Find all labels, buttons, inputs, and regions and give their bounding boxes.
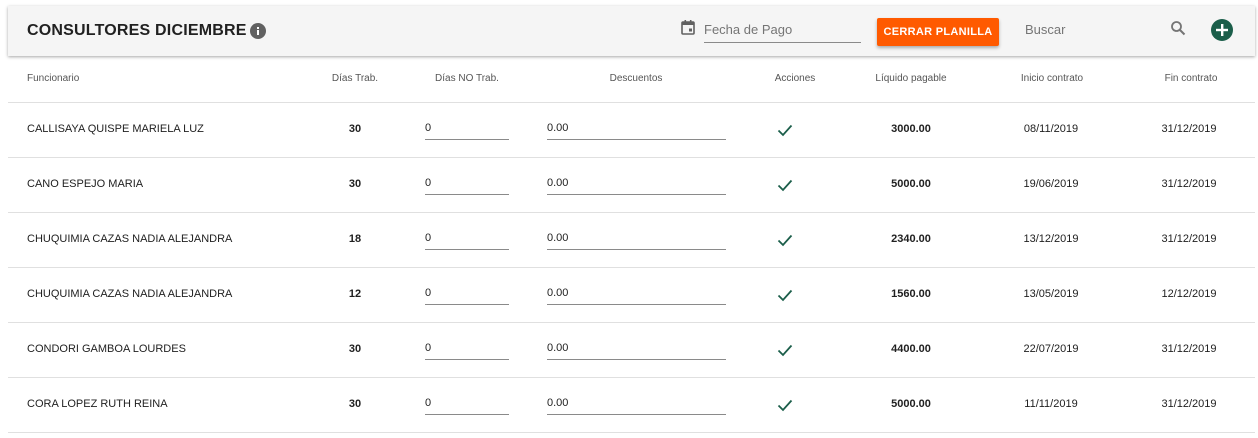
days-not-worked-input[interactable] (425, 282, 509, 305)
check-icon[interactable] (777, 342, 793, 358)
header-dias-trab: Días Trab. (331, 73, 379, 84)
header-fin: Fin contrato (1164, 73, 1218, 84)
contract-start: 13/05/2019 (1023, 288, 1079, 300)
days-worked: 12 (348, 288, 362, 300)
header-liquido: Líquido pagable (875, 73, 947, 84)
page-title: CONSULTORES DICIEMBRE (27, 22, 247, 39)
days-worked: 18 (348, 233, 362, 245)
search-input[interactable] (1025, 16, 1165, 42)
net-payable: 3000.00 (891, 123, 931, 135)
search-icon[interactable] (1170, 20, 1186, 36)
employee-name: CHUQUIMIA CAZAS NADIA ALEJANDRA (27, 288, 233, 300)
discounts-input[interactable] (547, 282, 726, 305)
net-payable: 5000.00 (891, 398, 931, 410)
net-payable: 4400.00 (891, 343, 931, 355)
days-not-worked-input[interactable] (425, 172, 509, 195)
discounts-input[interactable] (547, 227, 726, 250)
net-payable: 5000.00 (891, 178, 931, 190)
table-header: Funcionario Días Trab. Días NO Trab. Des… (8, 56, 1255, 103)
days-worked: 30 (348, 178, 362, 190)
table-row: CHUQUIMIA CAZAS NADIA ALEJANDRA 12 1560.… (8, 267, 1255, 323)
contract-end: 31/12/2019 (1161, 398, 1217, 410)
check-icon[interactable] (777, 177, 793, 193)
contract-start: 19/06/2019 (1023, 178, 1079, 190)
employee-name: CANO ESPEJO MARIA (27, 178, 144, 190)
days-worked: 30 (348, 343, 362, 355)
header-descuentos: Descuentos (609, 73, 663, 84)
contract-start: 22/07/2019 (1023, 343, 1079, 355)
net-payable: 1560.00 (891, 288, 931, 300)
check-icon[interactable] (777, 287, 793, 303)
table-row: CONDORI GAMBOA LOURDES 30 4400.00 22/07/… (8, 322, 1255, 378)
header-acciones: Acciones (774, 73, 816, 84)
days-worked: 30 (348, 123, 362, 135)
contract-start: 08/11/2019 (1023, 123, 1079, 135)
table-row: CHUQUIMIA CAZAS NADIA ALEJANDRA 18 2340.… (8, 212, 1255, 268)
table-row: CALLISAYA QUISPE MARIELA LUZ 30 3000.00 … (8, 102, 1255, 158)
contract-end: 31/12/2019 (1161, 233, 1217, 245)
contract-end: 31/12/2019 (1161, 123, 1217, 135)
discounts-input[interactable] (547, 392, 726, 415)
contract-start: 11/11/2019 (1024, 398, 1078, 410)
check-icon[interactable] (777, 397, 793, 413)
days-worked: 30 (348, 398, 362, 410)
header-funcionario: Funcionario (27, 73, 80, 84)
check-icon[interactable] (777, 232, 793, 248)
contract-start: 13/12/2019 (1023, 233, 1079, 245)
info-icon[interactable] (250, 23, 266, 39)
discounts-input[interactable] (547, 172, 726, 195)
employee-name: CORA LOPEZ RUTH REINA (27, 398, 168, 410)
days-not-worked-input[interactable] (425, 117, 509, 140)
calendar-icon[interactable] (680, 19, 696, 35)
contract-end: 31/12/2019 (1161, 343, 1217, 355)
discounts-input[interactable] (547, 117, 726, 140)
employee-name: CHUQUIMIA CAZAS NADIA ALEJANDRA (27, 233, 233, 245)
employee-name: CONDORI GAMBOA LOURDES (27, 343, 186, 355)
table-row: CANO ESPEJO MARIA 30 5000.00 19/06/2019 … (8, 157, 1255, 213)
header-inicio: Inicio contrato (1020, 73, 1084, 84)
contract-end: 12/12/2019 (1161, 288, 1217, 300)
days-not-worked-input[interactable] (425, 392, 509, 415)
close-payroll-button[interactable]: CERRAR PLANILLA (877, 18, 999, 46)
header-dias-no-trab: Días NO Trab. (435, 73, 499, 84)
check-icon[interactable] (777, 122, 793, 138)
toolbar: CONSULTORES DICIEMBRE CERRAR PLANILLA (8, 6, 1255, 56)
days-not-worked-input[interactable] (425, 337, 509, 360)
contract-end: 31/12/2019 (1161, 178, 1217, 190)
net-payable: 2340.00 (891, 233, 931, 245)
employee-name: CALLISAYA QUISPE MARIELA LUZ (27, 123, 204, 135)
payment-date-field[interactable] (704, 16, 861, 43)
table-row: CORA LOPEZ RUTH REINA 30 5000.00 11/11/2… (8, 377, 1255, 433)
add-circle-icon[interactable] (1210, 18, 1234, 42)
days-not-worked-input[interactable] (425, 227, 509, 250)
discounts-input[interactable] (547, 337, 726, 360)
